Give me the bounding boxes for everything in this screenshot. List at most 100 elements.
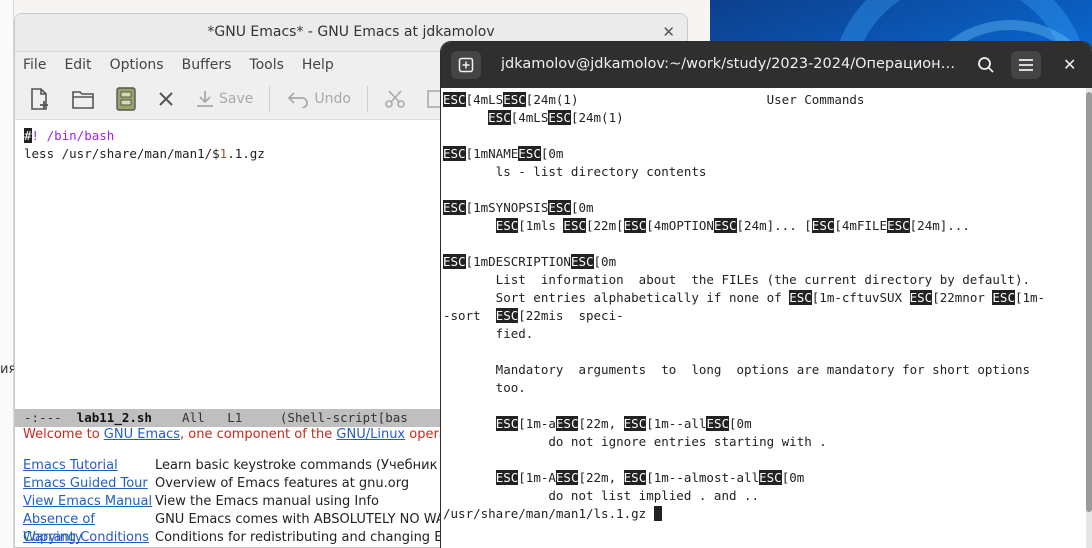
terminal-scrollbar[interactable] [1086, 88, 1092, 548]
terminal-text: [0m [570, 200, 594, 215]
gnu-linux-link[interactable]: GNU/Linux [336, 427, 405, 442]
save-label: Save [219, 90, 254, 107]
guided-tour-link[interactable]: Emacs Guided Tour [23, 476, 148, 491]
terminal-headerbar[interactable]: jdkamolov@jdkamolov:~/work/study/2023-20… [441, 42, 1092, 88]
toolbar-separator [366, 85, 368, 112]
hamburger-icon [1019, 59, 1033, 71]
pager-prompt-text: /usr/share/man/man1/ls.1.gz [443, 506, 654, 521]
terminal-text: too. [443, 380, 526, 395]
undo-button[interactable]: Undo [286, 90, 351, 108]
terminal-text: [22mis speci- [518, 308, 624, 323]
terminal-text: [1m-A [518, 470, 556, 485]
terminal-text: [22m, [578, 416, 624, 431]
escape-sequence: ESC [443, 92, 466, 107]
escape-sequence: ESC [555, 470, 579, 485]
terminal-text: [0m [593, 254, 617, 269]
terminal-line: -sort ESC[22mis speci- [443, 307, 1086, 325]
terminal-window: jdkamolov@jdkamolov:~/work/study/2023-20… [441, 42, 1092, 548]
folder-icon [72, 90, 94, 109]
welcome-row-description: Conditions for redistributing and changi… [155, 530, 477, 545]
escape-sequence: ESC [706, 416, 730, 431]
escape-sequence: ESC [811, 218, 835, 233]
escape-sequence: ESC [548, 200, 571, 215]
welcome-row-description: Learn basic keystroke commands (Учебник … [155, 458, 471, 473]
scrollbar-thumb[interactable] [1086, 92, 1092, 512]
menu-buffers[interactable]: Buffers [182, 57, 232, 73]
terminal-text: Sort entries alphabetically if none of [443, 290, 790, 305]
terminal-text: [24m(1) User Commands [525, 92, 865, 107]
terminal-line: Sort entries alphabetically if none of E… [443, 289, 1086, 307]
menu-tools[interactable]: Tools [249, 57, 284, 73]
gnu-emacs-link[interactable]: GNU Emacs [104, 427, 180, 442]
modeline-status: -:--- [24, 410, 77, 425]
view-manual-link[interactable]: View Emacs Manual [23, 494, 152, 509]
terminal-text: [24m]... [ [736, 218, 812, 233]
menu-help[interactable]: Help [302, 57, 334, 73]
terminal-text: [22mnor [932, 290, 993, 305]
terminal-text: [1m-cftuvSUX [811, 290, 910, 305]
escape-sequence: ESC [570, 254, 594, 269]
escape-sequence: ESC [518, 146, 541, 161]
escape-sequence: ESC [443, 200, 466, 215]
close-buffer-button[interactable] [157, 90, 179, 108]
terminal-text: [24m(1) [570, 110, 624, 125]
cabinet-icon [116, 86, 136, 111]
new-file-button[interactable] [27, 87, 55, 111]
escape-sequence: ESC [909, 290, 933, 305]
modeline-buffer-name: lab11_2.sh [76, 410, 152, 425]
x-icon [159, 91, 173, 106]
copy-icon [427, 89, 442, 108]
escape-sequence: ESC [887, 218, 910, 233]
terminal-line: Mandatory arguments to long options are … [443, 361, 1086, 379]
terminal-text: [1mNAME [465, 146, 519, 161]
terminal-text: [ [465, 92, 474, 107]
terminal-text: fied. [443, 326, 534, 341]
save-button[interactable]: Save [195, 89, 253, 109]
code-text: .1.gz [227, 146, 265, 161]
new-tab-button[interactable] [451, 51, 481, 79]
escape-sequence: ESC [563, 218, 586, 233]
cut-button[interactable] [384, 88, 410, 110]
menu-file[interactable]: File [23, 57, 46, 73]
terminal-text: ls - list directory contents [443, 164, 707, 179]
terminal-output[interactable]: ESC[4mLSESC[24m(1) User Commands ESC[4mL… [441, 88, 1086, 548]
modeline-position: All L1 [151, 410, 280, 425]
pager-prompt: /usr/share/man/man1/ls.1.gz [443, 505, 1086, 523]
terminal-line: too. [443, 379, 1086, 397]
scissors-icon [385, 89, 405, 108]
terminal-text: do not list implied . and .. [443, 488, 760, 503]
menu-options[interactable]: Options [110, 57, 164, 73]
close-icon[interactable]: ✕ [662, 23, 675, 41]
terminal-text: -sort [443, 308, 496, 323]
welcome-row-description: View the Emacs manual using Info [155, 494, 380, 509]
search-button[interactable] [971, 51, 1001, 79]
terminal-text: [4mFILE [834, 218, 888, 233]
open-folder-button[interactable] [71, 88, 99, 110]
terminal-line: fied. [443, 325, 1086, 343]
hamburger-menu-button[interactable] [1011, 51, 1041, 79]
dired-button[interactable] [115, 86, 141, 111]
escape-sequence: ESC [623, 470, 647, 485]
welcome-text: , one component of the [180, 427, 337, 442]
copying-conditions-link[interactable]: Copying Conditions [23, 530, 149, 545]
terminal-line: ESC[1mls ESC[22m[ESC[4mOPTIONESC[24m]...… [443, 217, 1086, 235]
toolbar-separator [269, 85, 271, 112]
escape-sequence: ESC [548, 110, 571, 125]
emacs-tutorial-link[interactable]: Emacs Tutorial [23, 458, 118, 473]
terminal-line: List information about the FILEs (the cu… [443, 271, 1086, 289]
welcome-text: Welcome to [23, 427, 104, 442]
close-icon[interactable]: ✕ [1063, 55, 1076, 74]
shebang-text: ! /bin/bash [31, 128, 115, 143]
terminal-line: ESC[1m-aESC[22m, ESC[1m--allESC[0m [443, 415, 1086, 433]
menu-edit[interactable]: Edit [64, 57, 91, 73]
welcome-row-description: Overview of Emacs features at gnu.org [155, 476, 410, 491]
terminal-text: [0m [540, 146, 564, 161]
